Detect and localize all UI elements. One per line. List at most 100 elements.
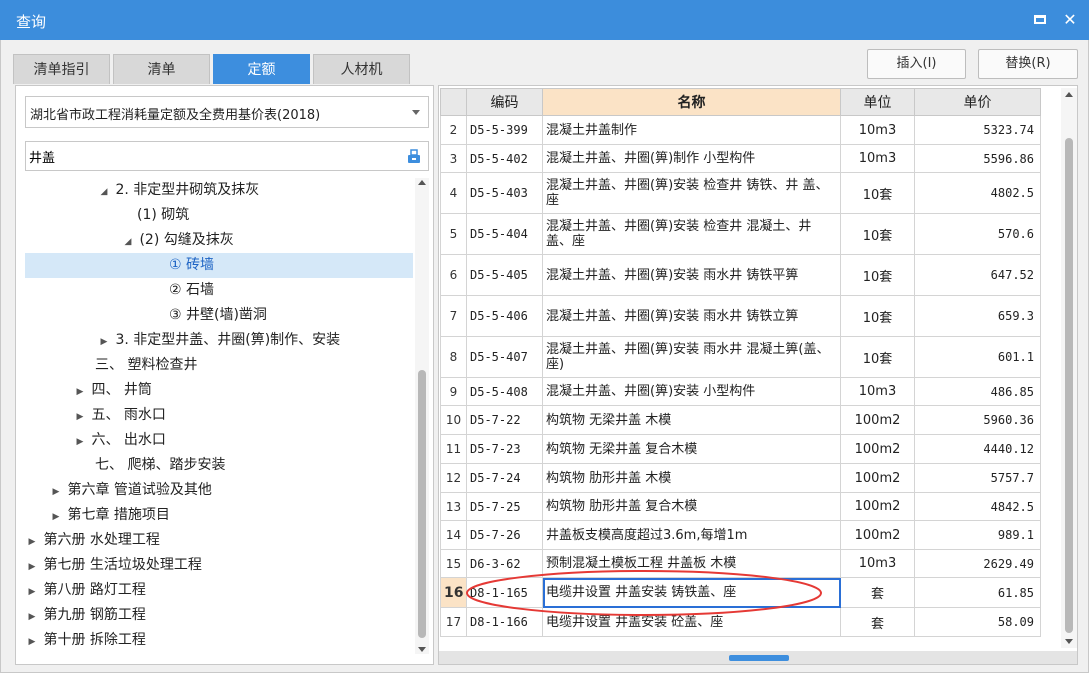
quota-library-select[interactable]: 湖北省市政工程消耗量定额及全费用基价表(2018) [25, 96, 429, 128]
close-button[interactable]: ✕ [1058, 8, 1082, 32]
price-cell[interactable]: 4440.12 [914, 434, 1041, 464]
expand-toggle-icon[interactable]: ▶ [97, 330, 111, 355]
name-cell[interactable]: 混凝土井盖、井圈(箅)安装 雨水井 铸铁平箅 [542, 254, 841, 296]
tree-item-selected[interactable]: ① 砖墙 [25, 253, 413, 278]
expand-toggle-icon[interactable]: ▶ [25, 630, 39, 654]
name-cell[interactable]: 混凝土井盖、井圈(箅)安装 雨水井 混凝土箅(盖、座) [542, 336, 841, 378]
table-row[interactable]: 13 D5-7-25 构筑物 肋形井盖 复合木模 100m2 4842.5 [440, 492, 1041, 521]
price-cell[interactable]: 570.6 [914, 213, 1041, 255]
replace-button[interactable]: 替换(R) [978, 49, 1078, 79]
expand-toggle-icon[interactable]: ▶ [49, 505, 63, 530]
price-cell[interactable]: 4802.5 [914, 172, 1041, 214]
code-cell[interactable]: D5-7-24 [466, 463, 543, 493]
price-cell[interactable]: 4842.5 [914, 492, 1041, 521]
scroll-thumb[interactable] [418, 370, 426, 638]
name-cell-focused[interactable]: 电缆井设置 井盖安装 铸铁盖、座 [542, 577, 841, 608]
table-row[interactable]: 11 D5-7-23 构筑物 无梁井盖 复合木模 100m2 4440.12 [440, 434, 1041, 464]
collapse-toggle-icon[interactable]: ◢ [121, 230, 135, 255]
expand-toggle-icon[interactable]: ▶ [73, 380, 87, 405]
tree-item[interactable]: 三、 塑料检查井 [25, 353, 413, 378]
name-cell[interactable]: 混凝土井盖、井圈(箅)安装 小型构件 [542, 377, 841, 406]
name-cell[interactable]: 混凝土井盖、井圈(箅)安装 雨水井 铸铁立箅 [542, 295, 841, 337]
name-cell[interactable]: 电缆井设置 井盖安装 砼盖、座 [542, 607, 841, 637]
tree-item[interactable]: ② 石墙 [25, 278, 413, 303]
table-row[interactable]: 12 D5-7-24 构筑物 肋形井盖 木模 100m2 5757.7 [440, 463, 1041, 493]
unit-cell[interactable]: 100m2 [840, 405, 915, 435]
name-cell[interactable]: 混凝土井盖、井圈(箅)安装 检查井 混凝土、井 盖、座 [542, 213, 841, 255]
insert-button[interactable]: 插入(I) [867, 49, 966, 79]
unit-cell[interactable]: 套 [840, 577, 915, 608]
name-cell[interactable]: 混凝土井盖、井圈(箅)制作 小型构件 [542, 144, 841, 173]
name-cell[interactable]: 构筑物 肋形井盖 木模 [542, 463, 841, 493]
code-cell[interactable]: D5-7-22 [466, 405, 543, 435]
price-cell[interactable]: 647.52 [914, 254, 1041, 296]
name-cell[interactable]: 构筑物 无梁井盖 木模 [542, 405, 841, 435]
expand-toggle-icon[interactable]: ▶ [25, 605, 39, 630]
name-cell[interactable]: 井盖板支模高度超过3.6m,每增1m [542, 520, 841, 550]
price-cell[interactable]: 5596.86 [914, 144, 1041, 173]
expand-toggle-icon[interactable]: ▶ [25, 530, 39, 555]
table-row[interactable]: 5 D5-5-404 混凝土井盖、井圈(箅)安装 检查井 混凝土、井 盖、座 1… [440, 213, 1041, 255]
table-row[interactable]: 6 D5-5-405 混凝土井盖、井圈(箅)安装 雨水井 铸铁平箅 10套 64… [440, 254, 1041, 296]
scroll-up-icon[interactable] [418, 180, 426, 185]
table-row[interactable]: 14 D5-7-26 井盖板支模高度超过3.6m,每增1m 100m2 989.… [440, 520, 1041, 550]
table-row[interactable]: 9 D5-5-408 混凝土井盖、井圈(箅)安装 小型构件 10m3 486.8… [440, 377, 1041, 406]
table-row[interactable]: 7 D5-5-406 混凝土井盖、井圈(箅)安装 雨水井 铸铁立箅 10套 65… [440, 295, 1041, 337]
code-cell[interactable]: D5-5-404 [466, 213, 543, 255]
tree-item[interactable]: ◢ 2. 非定型井砌筑及抹灰 [25, 178, 413, 203]
name-cell[interactable]: 预制混凝土模板工程 井盖板 木模 [542, 549, 841, 578]
price-cell[interactable]: 601.1 [914, 336, 1041, 378]
collapse-toggle-icon[interactable]: ◢ [97, 180, 111, 205]
tree-item[interactable]: ▶ 第十册 拆除工程 [25, 628, 413, 653]
name-cell[interactable]: 混凝土井盖制作 [542, 115, 841, 145]
expand-toggle-icon[interactable]: ▶ [73, 405, 87, 430]
table-row[interactable]: 4 D5-5-403 混凝土井盖、井圈(箅)安装 检查井 铸铁、井 盖、座 10… [440, 172, 1041, 214]
tab-bill[interactable]: 清单 [113, 54, 210, 84]
maximize-button[interactable] [1028, 8, 1052, 32]
code-cell[interactable]: D5-5-406 [466, 295, 543, 337]
price-cell[interactable]: 61.85 [914, 577, 1041, 608]
table-row[interactable]: 8 D5-5-407 混凝土井盖、井圈(箅)安装 雨水井 混凝土箅(盖、座) 1… [440, 336, 1041, 378]
expand-toggle-icon[interactable]: ▶ [25, 580, 39, 605]
code-cell[interactable]: D6-3-62 [466, 549, 543, 578]
splitter-grip[interactable] [729, 655, 789, 661]
horizontal-splitter[interactable] [439, 651, 1077, 664]
tree-item[interactable]: ▶ 第八册 路灯工程 [25, 578, 413, 603]
tree-item[interactable]: ▶ 第七册 生活垃圾处理工程 [25, 553, 413, 578]
unit-cell[interactable]: 10套 [840, 336, 915, 378]
price-cell[interactable]: 486.85 [914, 377, 1041, 406]
unit-cell[interactable]: 10套 [840, 172, 915, 214]
tree-item[interactable]: ◢ (2) 勾缝及抹灰 [25, 228, 413, 253]
price-cell[interactable]: 2629.49 [914, 549, 1041, 578]
name-cell[interactable]: 构筑物 肋形井盖 复合木模 [542, 492, 841, 521]
table-row[interactable]: 10 D5-7-22 构筑物 无梁井盖 木模 100m2 5960.36 [440, 405, 1041, 435]
tree-item[interactable]: (1) 砌筑 [25, 203, 413, 228]
unit-cell[interactable]: 10套 [840, 254, 915, 296]
code-header[interactable]: 编码 [466, 88, 543, 116]
name-cell[interactable]: 构筑物 无梁井盖 复合木模 [542, 434, 841, 464]
scroll-thumb[interactable] [1065, 138, 1073, 633]
tree-scrollbar[interactable] [415, 178, 429, 654]
tab-bill-guide[interactable]: 清单指引 [13, 54, 110, 84]
filter-search-icon[interactable] [406, 148, 422, 164]
unit-cell[interactable]: 100m2 [840, 463, 915, 493]
unit-cell[interactable]: 10m3 [840, 377, 915, 406]
price-cell[interactable]: 58.09 [914, 607, 1041, 637]
code-cell[interactable]: D5-7-23 [466, 434, 543, 464]
code-cell[interactable]: D5-5-405 [466, 254, 543, 296]
scroll-down-icon[interactable] [1065, 639, 1073, 644]
price-cell[interactable]: 989.1 [914, 520, 1041, 550]
code-cell[interactable]: D5-5-403 [466, 172, 543, 214]
name-cell[interactable]: 混凝土井盖、井圈(箅)安装 检查井 铸铁、井 盖、座 [542, 172, 841, 214]
search-input[interactable] [29, 146, 399, 166]
expand-toggle-icon[interactable]: ▶ [49, 480, 63, 505]
price-cell[interactable]: 659.3 [914, 295, 1041, 337]
table-row[interactable]: 2 D5-5-399 混凝土井盖制作 10m3 5323.74 [440, 115, 1041, 145]
unit-cell[interactable]: 10套 [840, 213, 915, 255]
scroll-up-icon[interactable] [1065, 92, 1073, 97]
unit-header[interactable]: 单位 [840, 88, 915, 116]
price-header[interactable]: 单价 [914, 88, 1041, 116]
price-cell[interactable]: 5323.74 [914, 115, 1041, 145]
table-row[interactable]: 17 D8-1-166 电缆井设置 井盖安装 砼盖、座 套 58.09 [440, 607, 1041, 637]
unit-cell[interactable]: 100m2 [840, 492, 915, 521]
